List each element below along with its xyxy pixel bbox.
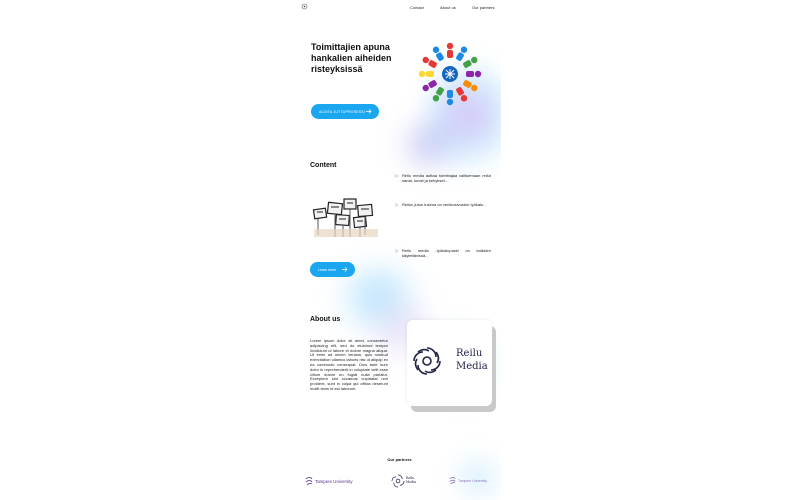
wordmark-line-2: Media <box>456 361 488 372</box>
reilu-media-logo-icon <box>391 474 405 488</box>
gradient-blob <box>393 115 463 175</box>
wordmark-line-2: Media <box>406 480 417 484</box>
about-paragraph: Lorem ipsum dolor sit amet, consectetur … <box>310 338 388 391</box>
partner-name: Reilu Media <box>406 477 416 484</box>
hero-title: Toimittajien apuna hankalien aiheiden ri… <box>311 42 392 74</box>
content-bullet-text: Reilu media auttaa toimittajaa valitsema… <box>402 173 491 183</box>
learn-more-button[interactable]: Learn more <box>310 262 355 277</box>
start-story-label: ALOITA JUTTUPROSESSI <box>319 109 365 114</box>
tampere-university-logo-icon <box>305 476 313 485</box>
bullet-icon <box>395 248 399 253</box>
bullet-icon <box>395 202 399 207</box>
nav-link-about[interactable]: About us <box>440 5 456 10</box>
content-bullet-2: Reilun jutun tukena on verkkosivuston ty… <box>395 202 491 207</box>
partners-section-title: Our partners <box>387 457 412 462</box>
landing-page: Contact About us Our partners Toimittaji… <box>298 0 501 500</box>
wordmark-line-1: Reilu <box>456 348 483 359</box>
reilu-media-wordmark: Reilu Media <box>456 347 488 373</box>
arrow-right-icon <box>342 267 348 272</box>
bullet-icon <box>395 173 399 178</box>
reilu-media-logo-card: Reilu Media <box>407 320 492 406</box>
arrow-right-icon <box>366 109 372 114</box>
left-background <box>0 0 298 500</box>
tampere-university-logo-icon <box>449 477 456 485</box>
protest-signs-image <box>310 195 382 240</box>
partner-tampere-university-2[interactable]: Tampere University <box>449 473 487 489</box>
about-section-title: About us <box>310 316 341 323</box>
nav-link-partners[interactable]: Our partners <box>472 5 494 10</box>
content-bullet-text: Reilun jutun tukena on verkkosivuston ty… <box>402 202 487 207</box>
content-bullet-1: Reilu media auttaa toimittajaa valitsema… <box>395 173 491 183</box>
content-section-title: Content <box>310 162 337 169</box>
right-background <box>501 0 800 500</box>
nav-link-contact[interactable]: Contact <box>410 5 424 10</box>
learn-more-label: Learn more <box>318 267 336 272</box>
start-story-button[interactable]: ALOITA JUTTUPROSESSI <box>311 104 379 119</box>
content-bullet-3: Reilu media -työkalupakki on kaikkien kä… <box>395 248 491 258</box>
partner-name: Tampere University <box>458 479 488 483</box>
reilu-media-logo-icon <box>413 347 441 375</box>
partner-tampere-university[interactable]: Tampere University <box>305 473 353 489</box>
content-bullet-text: Reilu media -työkalupakki on kaikkien kä… <box>402 248 491 258</box>
top-nav: Contact About us Our partners <box>298 5 501 13</box>
partner-name: Tampere University <box>315 478 353 484</box>
people-circle-illustration <box>418 42 482 106</box>
partner-reilu-media[interactable]: Reilu Media <box>391 473 416 489</box>
